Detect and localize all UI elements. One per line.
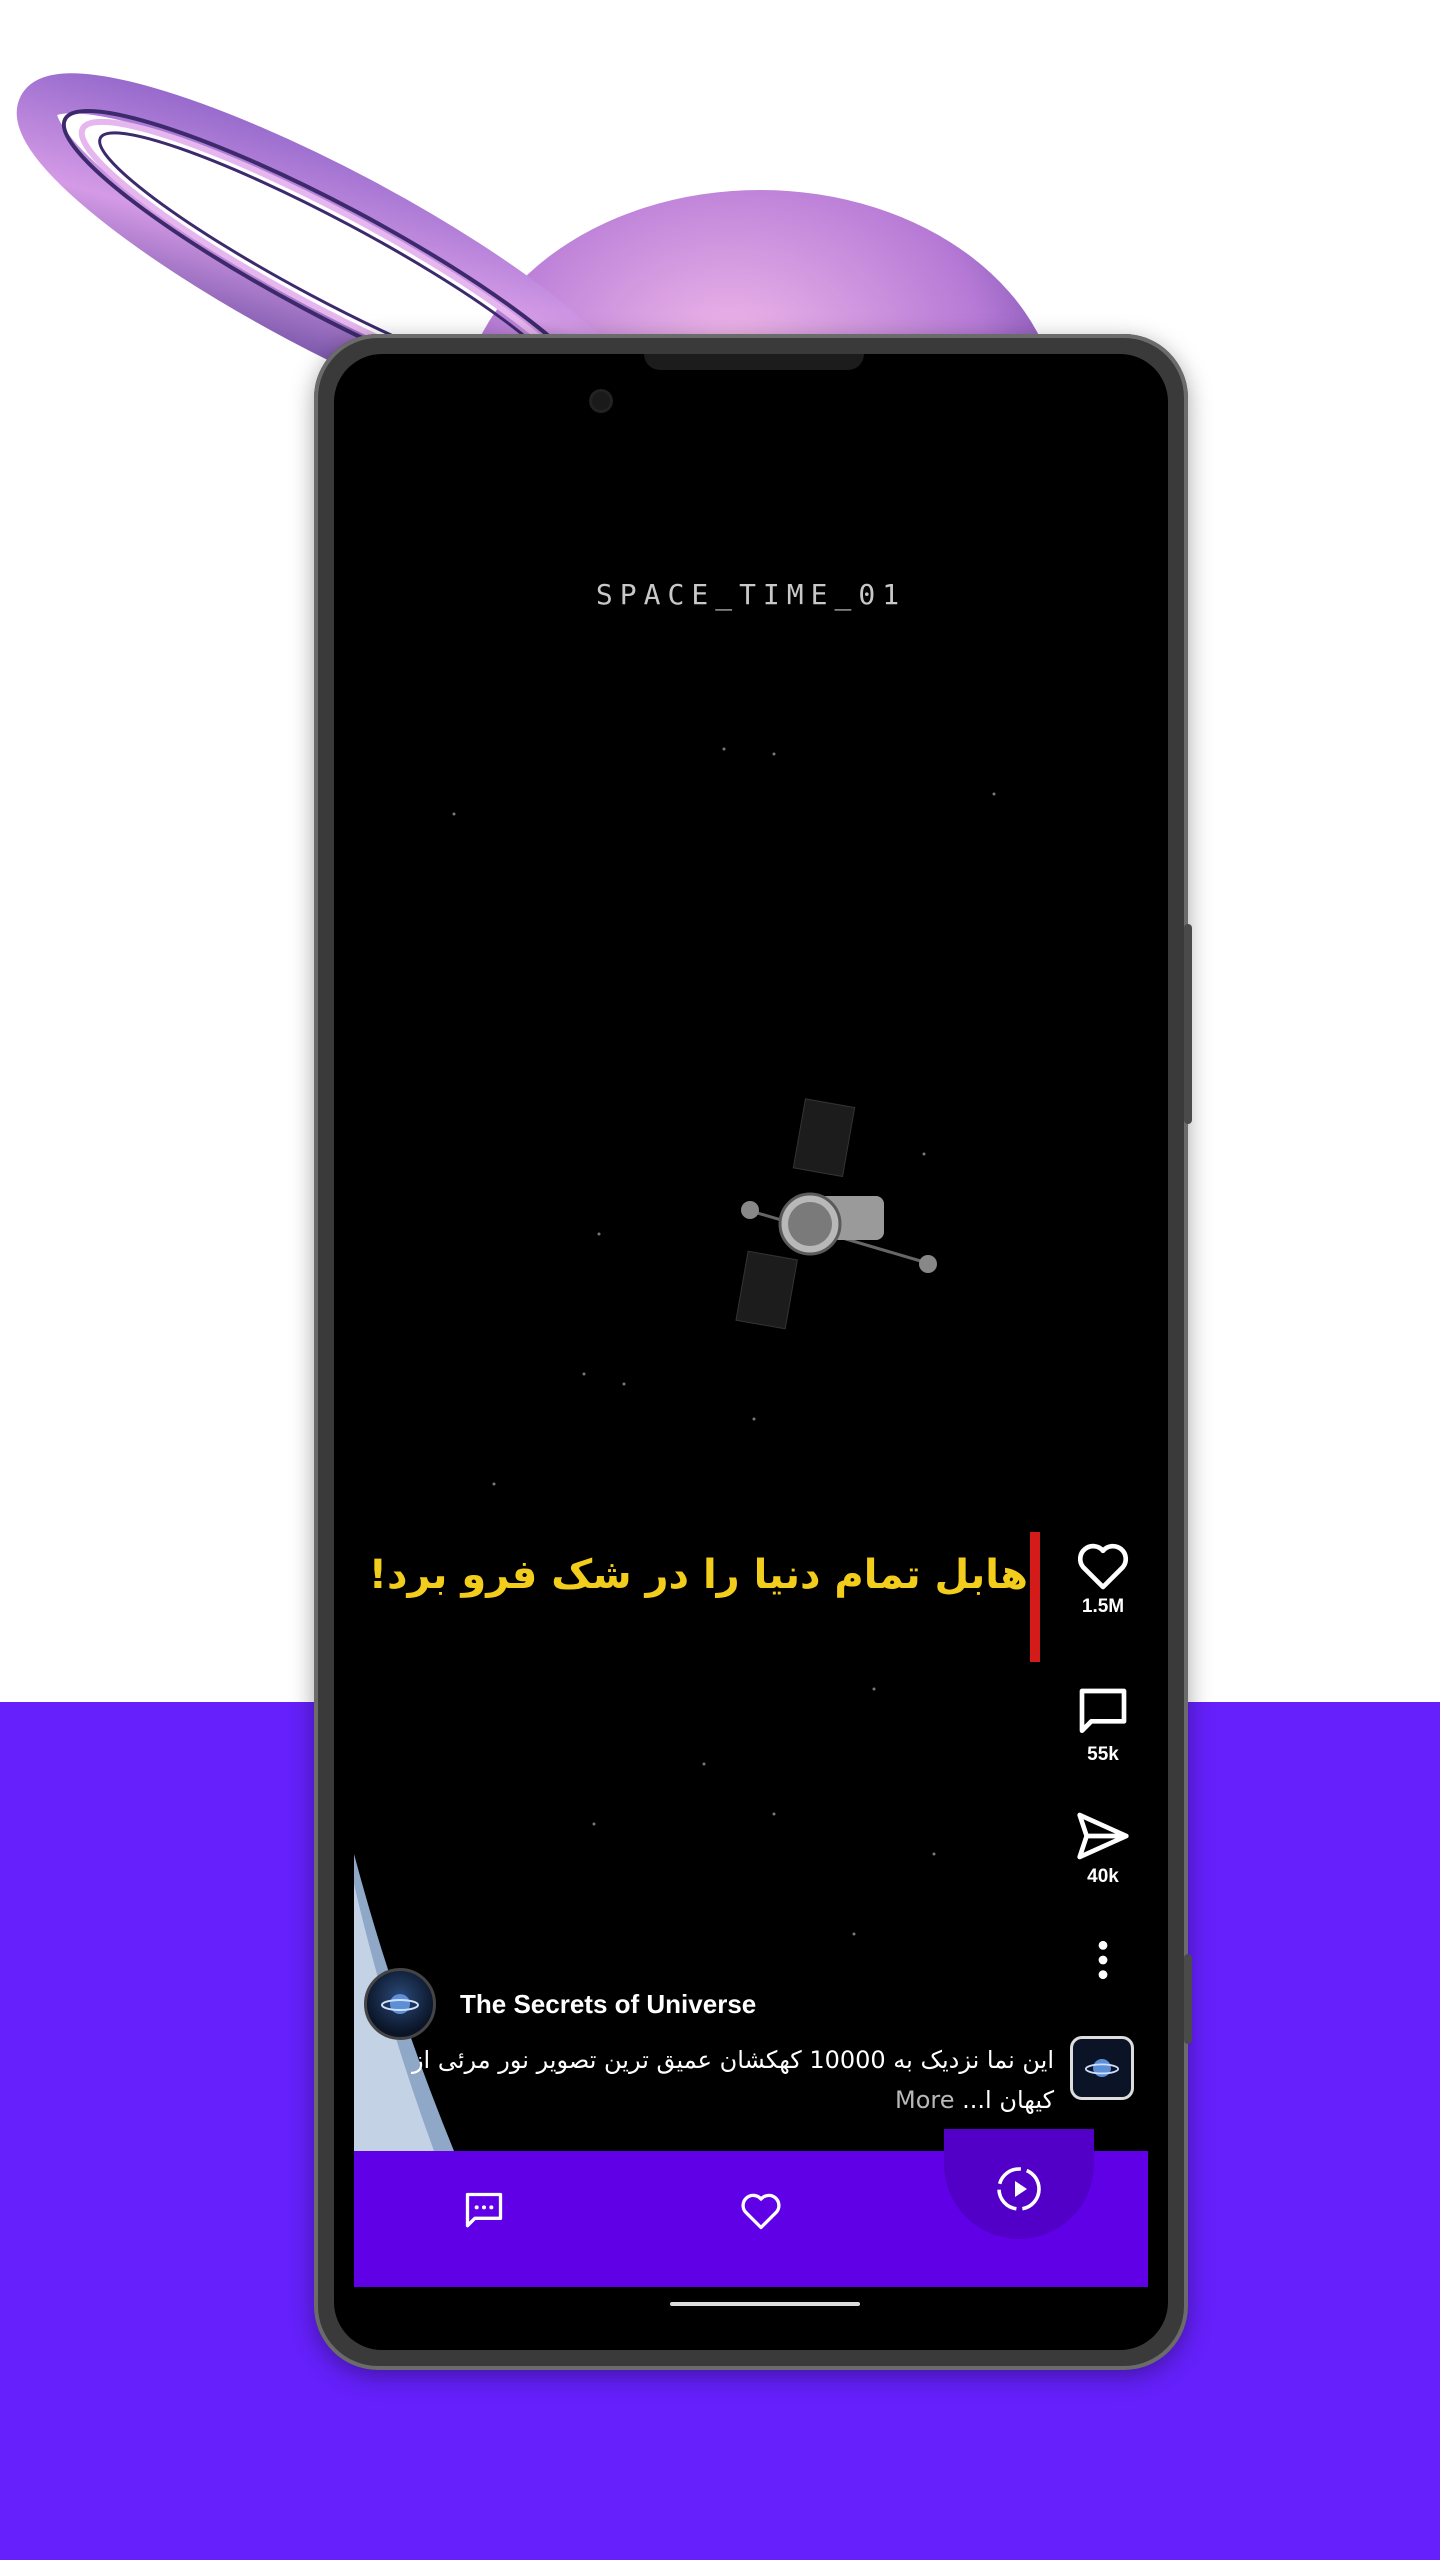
channel-avatar[interactable] — [364, 1968, 436, 2040]
send-icon[interactable] — [1075, 1810, 1131, 1862]
side-button — [1184, 1954, 1192, 2044]
video-caption: هابل تمام دنیا را در شک فرو برد! — [368, 1552, 1028, 1598]
phone-frame: SPACE_TIME_01 هابل تمام دنیا را در شک فر… — [314, 334, 1192, 2370]
video-player[interactable]: SPACE_TIME_01 — [354, 354, 1148, 2151]
share-count: 40k — [1087, 1866, 1119, 1887]
share-action[interactable]: 40k — [1066, 1810, 1140, 1888]
home-indicator[interactable] — [670, 2302, 860, 2306]
comment-count: 55k — [1087, 1744, 1119, 1765]
planet-logo-icon — [1084, 2059, 1120, 2077]
comment-icon[interactable] — [1075, 1684, 1131, 1740]
heart-icon[interactable] — [739, 2190, 783, 2232]
phone-screen: SPACE_TIME_01 هابل تمام دنیا را در شک فر… — [334, 354, 1168, 2350]
more-options-button[interactable] — [1066, 1938, 1140, 1982]
nav-likes[interactable] — [731, 2181, 791, 2241]
caption-accent-bar — [1030, 1532, 1040, 1662]
play-circle-icon[interactable] — [995, 2165, 1043, 2213]
audio-source-avatar[interactable] — [1070, 2036, 1134, 2100]
more-link[interactable]: More — [895, 2086, 955, 2114]
like-action[interactable]: 1.5M — [1066, 1540, 1140, 1618]
nav-messages[interactable] — [454, 2181, 514, 2241]
like-count: 1.5M — [1081, 1596, 1125, 1617]
channel-info[interactable]: The Secrets of Universe — [364, 1968, 756, 2040]
side-button — [1184, 924, 1192, 1124]
video-description[interactable]: این نما نزدیک به 10000 کهکشان عمیق ترین … — [394, 2040, 1054, 2120]
heart-icon[interactable] — [1075, 1540, 1131, 1592]
more-vertical-icon[interactable] — [1075, 1938, 1131, 1982]
bottom-navigation — [354, 2129, 1148, 2287]
planet-logo-icon — [381, 1994, 419, 2014]
nav-reels[interactable] — [989, 2159, 1049, 2219]
description-line-1: این نما نزدیک به 10000 کهکشان عمیق ترین … — [411, 2046, 1054, 2074]
chat-icon[interactable] — [462, 2189, 506, 2233]
description-line-2: کیهان ا... — [962, 2086, 1054, 2114]
channel-name[interactable]: The Secrets of Universe — [460, 1989, 756, 2020]
starfield-background — [354, 747, 996, 2151]
video-title-code: SPACE_TIME_01 — [595, 578, 907, 611]
comment-action[interactable]: 55k — [1066, 1684, 1140, 1766]
